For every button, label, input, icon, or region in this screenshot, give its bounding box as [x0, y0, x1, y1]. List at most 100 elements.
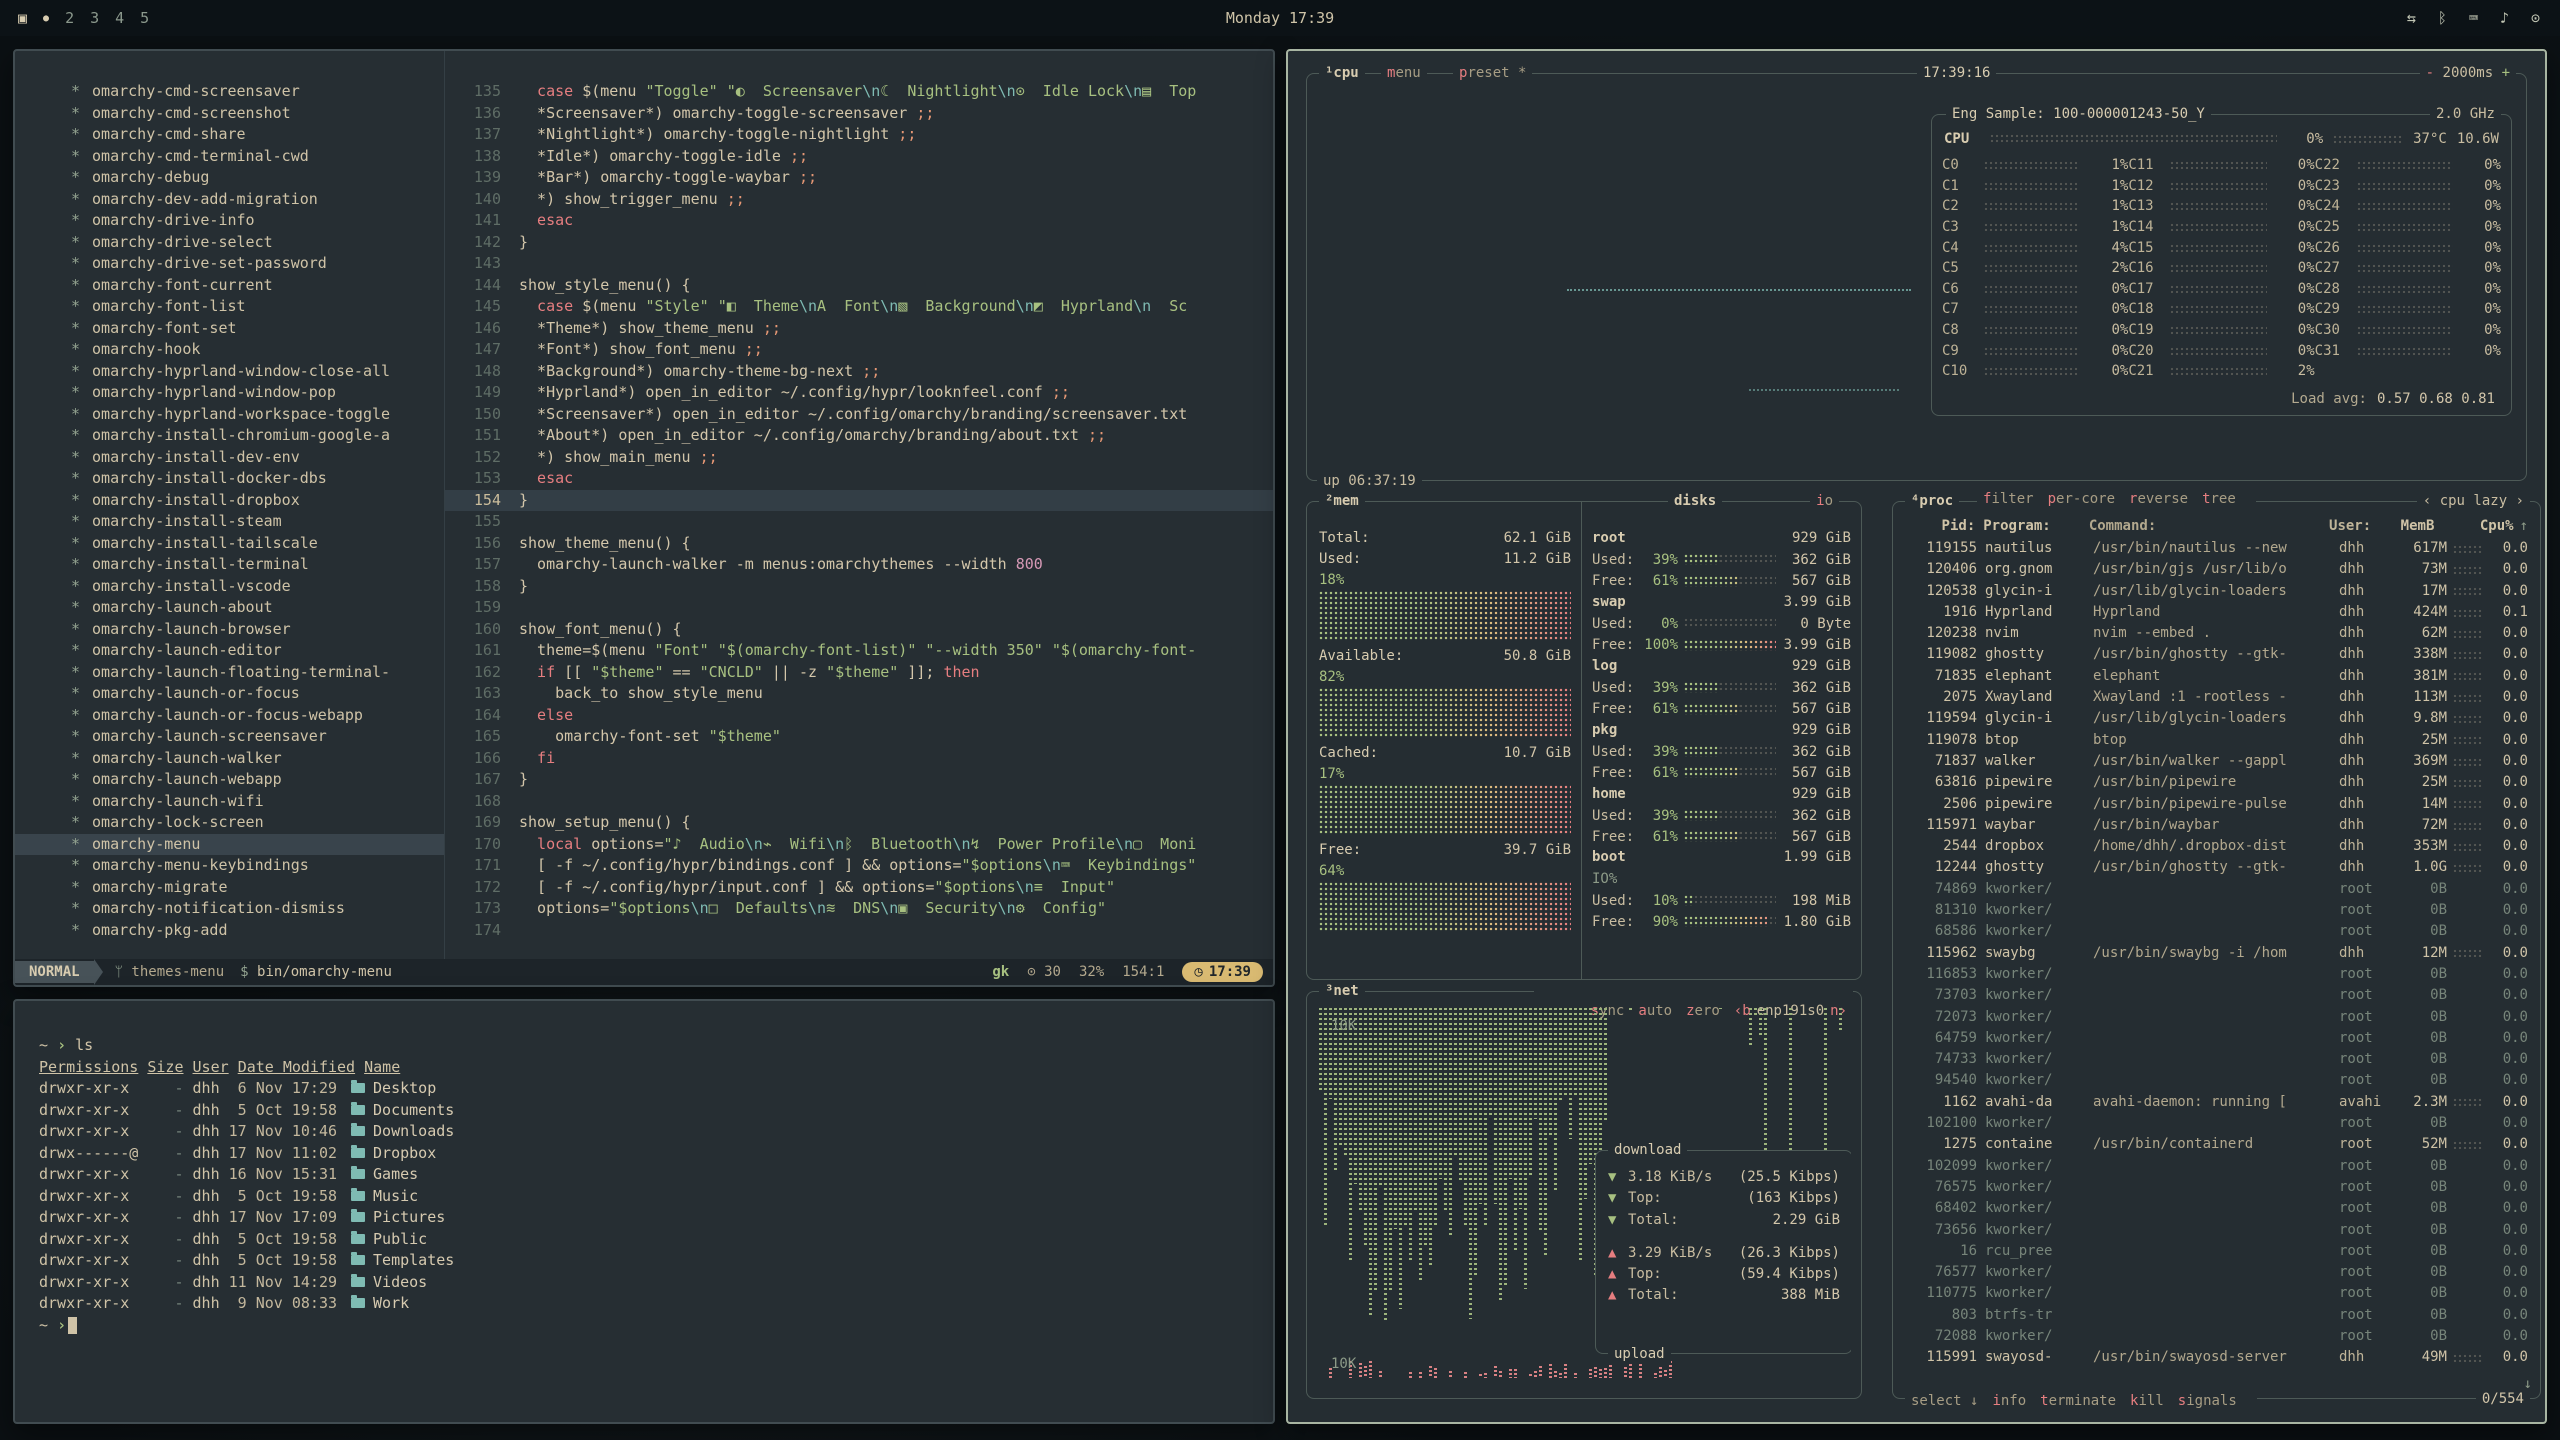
file-tree-item[interactable]: *omarchy-launch-wifi — [15, 791, 444, 813]
process-row[interactable]: 68402kworker/root0B0.0 — [1905, 1198, 2528, 1219]
process-row[interactable]: 119155nautilus/usr/bin/nautilus --newdhh… — [1905, 538, 2528, 559]
file-tree-item[interactable]: *omarchy-drive-set-password — [15, 253, 444, 275]
workspace-button[interactable]: 3 — [90, 9, 99, 27]
process-row[interactable]: 76577kworker/root0B0.0 — [1905, 1262, 2528, 1283]
process-row[interactable]: 115991swayosd-/usr/bin/swayosd-serverdhh… — [1905, 1347, 2528, 1368]
proc-action-select[interactable]: select ↓ — [1911, 1393, 1978, 1409]
file-tree-item[interactable]: *omarchy-hook — [15, 339, 444, 361]
file-tree-item[interactable]: *omarchy-drive-select — [15, 232, 444, 254]
memory-header[interactable]: MemB — [2386, 518, 2435, 534]
editor-window[interactable]: *omarchy-cmd-screensaver*omarchy-cmd-scr… — [13, 49, 1275, 987]
process-row[interactable]: 102099kworker/root0B0.0 — [1905, 1156, 2528, 1177]
file-tree-item[interactable]: *omarchy-launch-or-focus-webapp — [15, 705, 444, 727]
file-tree-item[interactable]: *omarchy-launch-browser — [15, 619, 444, 641]
code-pane[interactable]: 135 case $(menu "Toggle" "◐ Screensaver\… — [445, 51, 1273, 959]
process-row[interactable]: 1162avahi-daavahi-daemon: running [avahi… — [1905, 1092, 2528, 1113]
file-tree-item[interactable]: *omarchy-launch-editor — [15, 640, 444, 662]
folder-name[interactable]: Downloads — [373, 1122, 454, 1140]
folder-name[interactable]: Desktop — [373, 1079, 436, 1097]
file-tree-item[interactable]: *omarchy-launch-or-focus — [15, 683, 444, 705]
command-header[interactable]: Command: — [2089, 518, 2321, 534]
power-icon[interactable]: ⊙ — [2531, 9, 2540, 27]
process-row[interactable]: 71835elephantelephantdhh381M0.0 — [1905, 666, 2528, 687]
file-tree-item[interactable]: *omarchy-hyprland-window-pop — [15, 382, 444, 404]
io-toggle-button[interactable]: io — [1810, 491, 1839, 511]
process-row[interactable]: 12244ghostty/usr/bin/ghostty --gtk-dhh1.… — [1905, 857, 2528, 878]
process-row[interactable]: 120538glycin-i/usr/lib/glycin-loadersdhh… — [1905, 581, 2528, 602]
process-row[interactable]: 2506pipewire/usr/bin/pipewire-pulsedhh14… — [1905, 794, 2528, 815]
process-row[interactable]: 81310kworker/root0B0.0 — [1905, 900, 2528, 921]
process-row[interactable]: 803btrfs-trroot0B0.0 — [1905, 1305, 2528, 1326]
file-tree-item[interactable]: *omarchy-cmd-screenshot — [15, 103, 444, 125]
program-header[interactable]: Program: — [1983, 518, 2081, 534]
file-tree-item[interactable]: *omarchy-drive-info — [15, 210, 444, 232]
process-row[interactable]: 74869kworker/root0B0.0 — [1905, 879, 2528, 900]
active-workspace-icon[interactable]: ▣ — [18, 9, 27, 27]
file-tree-item[interactable]: *omarchy-launch-walker — [15, 748, 444, 770]
file-tree-item[interactable]: *omarchy-launch-webapp — [15, 769, 444, 791]
process-row[interactable]: 68586kworker/root0B0.0 — [1905, 921, 2528, 942]
file-tree-item[interactable]: *omarchy-launch-screensaver — [15, 726, 444, 748]
file-tree-item[interactable]: *omarchy-cmd-share — [15, 124, 444, 146]
workspace-button[interactable]: 4 — [115, 9, 124, 27]
workspace-button[interactable]: 5 — [140, 9, 149, 27]
proc-option-per-core[interactable]: per-core — [2048, 491, 2115, 507]
process-row[interactable]: 115962swaybg/usr/bin/swaybg -i /homdhh12… — [1905, 943, 2528, 964]
file-tree-item[interactable]: *omarchy-font-current — [15, 275, 444, 297]
process-row[interactable]: 72088kworker/root0B0.0 — [1905, 1326, 2528, 1347]
file-tree-item[interactable]: *omarchy-install-dev-env — [15, 447, 444, 469]
pid-header[interactable]: Pid: — [1905, 518, 1975, 534]
file-tree-item[interactable]: *omarchy-cmd-screensaver — [15, 81, 444, 103]
folder-name[interactable]: Work — [373, 1294, 409, 1312]
folder-name[interactable]: Dropbox — [373, 1144, 436, 1162]
file-tree-item[interactable]: *omarchy-hyprland-window-close-all — [15, 361, 444, 383]
process-row[interactable]: 2544dropbox/home/dhh/.dropbox-distdhh353… — [1905, 836, 2528, 857]
file-tree-item[interactable]: *omarchy-launch-floating-terminal- — [15, 662, 444, 684]
process-row[interactable]: 73703kworker/root0B0.0 — [1905, 985, 2528, 1006]
btop-window[interactable]: ¹cpu menu preset * 17:39:16 - 2000ms + E… — [1286, 49, 2547, 1424]
proc-action-signals[interactable]: signals — [2178, 1393, 2237, 1409]
file-tree-item[interactable]: *omarchy-install-tailscale — [15, 533, 444, 555]
process-row[interactable]: 16rcu_preeroot0B0.0 — [1905, 1241, 2528, 1262]
process-row[interactable]: 116853kworker/root0B0.0 — [1905, 964, 2528, 985]
process-row[interactable]: 110775kworker/root0B0.0 — [1905, 1283, 2528, 1304]
process-row[interactable]: 64759kworker/root0B0.0 — [1905, 1028, 2528, 1049]
file-tree-item[interactable]: *omarchy-menu-keybindings — [15, 855, 444, 877]
folder-name[interactable]: Games — [373, 1165, 418, 1183]
file-tree-item[interactable]: *omarchy-menu — [15, 834, 444, 856]
folder-name[interactable]: Templates — [373, 1251, 454, 1269]
workspace-dot-icon[interactable]: ● — [43, 13, 49, 24]
folder-name[interactable]: Videos — [373, 1273, 427, 1291]
file-tree-item[interactable]: *omarchy-install-chromium-google-a — [15, 425, 444, 447]
folder-name[interactable]: Pictures — [373, 1208, 445, 1226]
volume-icon[interactable]: ♪ — [2500, 9, 2509, 27]
interval-increase-button[interactable]: + — [2502, 65, 2510, 81]
proc-option-filter[interactable]: filter — [1983, 491, 2034, 507]
process-row[interactable]: 63816pipewire/usr/bin/pipewiredhh25M0.0 — [1905, 772, 2528, 793]
process-row[interactable]: 94540kworker/root0B0.0 — [1905, 1070, 2528, 1091]
process-row[interactable]: 120406org.gnom/usr/bin/gjs /usr/lib/odhh… — [1905, 559, 2528, 580]
process-row[interactable]: 74733kworker/root0B0.0 — [1905, 1049, 2528, 1070]
folder-name[interactable]: Music — [373, 1187, 418, 1205]
proc-action-info[interactable]: info — [1992, 1393, 2026, 1409]
process-row[interactable]: 119594glycin-i/usr/lib/glycin-loadersdhh… — [1905, 708, 2528, 729]
process-row[interactable]: 72073kworker/root0B0.0 — [1905, 1007, 2528, 1028]
file-tree-item[interactable]: *omarchy-launch-about — [15, 597, 444, 619]
keyboard-icon[interactable]: ⌨ — [2469, 9, 2478, 27]
folder-name[interactable]: Public — [373, 1230, 427, 1248]
bluetooth-icon[interactable]: ᛒ — [2438, 9, 2447, 27]
menu-button[interactable]: menu — [1381, 63, 1427, 83]
file-tree-item[interactable]: *omarchy-debug — [15, 167, 444, 189]
process-row[interactable]: 102100kworker/root0B0.0 — [1905, 1113, 2528, 1134]
file-tree-item[interactable]: *omarchy-install-dropbox — [15, 490, 444, 512]
proc-action-terminate[interactable]: terminate — [2040, 1393, 2116, 1409]
file-tree-item[interactable]: *omarchy-install-terminal — [15, 554, 444, 576]
process-row[interactable]: 71837walker/usr/bin/walker --gappldhh369… — [1905, 751, 2528, 772]
file-tree-item[interactable]: *omarchy-font-list — [15, 296, 444, 318]
file-tree-item[interactable]: *omarchy-hyprland-workspace-toggle — [15, 404, 444, 426]
proc-action-kill[interactable]: kill — [2130, 1393, 2164, 1409]
process-row[interactable]: 115971waybar/usr/bin/waybardhh72M0.0 — [1905, 815, 2528, 836]
file-tree-item[interactable]: *omarchy-install-docker-dbs — [15, 468, 444, 490]
terminal-window[interactable]: ~ › ls Permissions Size User Date Modifi… — [13, 999, 1275, 1424]
clock[interactable]: Monday 17:39 — [1226, 9, 1334, 27]
